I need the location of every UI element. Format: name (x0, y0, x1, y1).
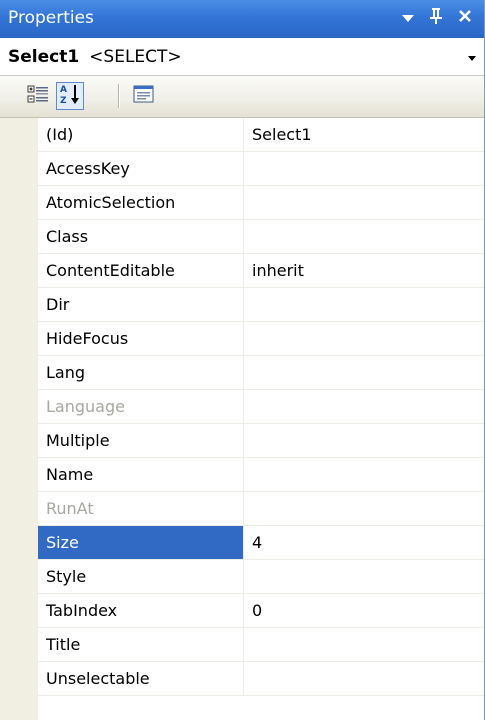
object-selector[interactable]: Select1 <SELECT> (0, 38, 484, 76)
property-row[interactable]: RunAt (38, 492, 484, 526)
property-value[interactable] (244, 288, 484, 321)
property-value[interactable] (244, 458, 484, 491)
property-value[interactable] (244, 662, 484, 695)
alphabetical-button[interactable]: A Z (56, 82, 84, 110)
property-name[interactable]: Title (38, 628, 244, 661)
properties-panel: Properties Select1 <SELECT> A Z (Id) Sel… (0, 0, 485, 720)
property-name[interactable]: RunAt (38, 492, 244, 525)
property-grid: (Id) Select1 AccessKey AtomicSelection Class… (0, 118, 484, 720)
auto-hide-button[interactable] (424, 6, 448, 30)
property-value[interactable] (244, 560, 484, 593)
property-name[interactable]: Unselectable (38, 662, 244, 695)
property-row[interactable]: Unselectable (38, 662, 484, 696)
property-row[interactable]: ContentEditable inherit (38, 254, 484, 288)
alphabetical-sort-icon: A Z (58, 83, 82, 109)
property-value[interactable] (244, 492, 484, 525)
property-name[interactable]: ContentEditable (38, 254, 244, 287)
property-row[interactable]: HideFocus (38, 322, 484, 356)
property-value[interactable] (244, 220, 484, 253)
dropdown-arrow-icon (401, 9, 415, 28)
property-name[interactable]: HideFocus (38, 322, 244, 355)
title-bar: Properties (0, 0, 484, 38)
property-name[interactable]: Size (38, 526, 244, 559)
property-row[interactable]: Lang (38, 356, 484, 390)
property-row[interactable]: TabIndex 0 (38, 594, 484, 628)
property-name[interactable]: (Id) (38, 118, 244, 151)
window-position-button[interactable] (396, 6, 420, 30)
property-value[interactable] (244, 424, 484, 457)
property-row[interactable]: Multiple (38, 424, 484, 458)
property-value[interactable]: 4 (244, 526, 484, 559)
property-value[interactable]: 0 (244, 594, 484, 627)
property-name[interactable]: Dir (38, 288, 244, 321)
property-name[interactable]: TabIndex (38, 594, 244, 627)
property-value[interactable]: inherit (244, 254, 484, 287)
object-type: <SELECT> (89, 47, 182, 67)
property-value[interactable] (244, 356, 484, 389)
object-selector-text: Select1 <SELECT> (8, 47, 182, 67)
grid-gutter (0, 118, 38, 720)
property-name[interactable]: Language (38, 390, 244, 423)
toolbar-separator (118, 84, 120, 108)
property-value[interactable]: Select1 (244, 118, 484, 151)
svg-text:Z: Z (60, 96, 67, 105)
categorized-icon (27, 84, 49, 108)
property-row[interactable]: Style (38, 560, 484, 594)
property-row[interactable]: AtomicSelection (38, 186, 484, 220)
property-name[interactable]: Lang (38, 356, 244, 389)
property-value[interactable] (244, 628, 484, 661)
categorized-button[interactable] (24, 82, 52, 110)
property-name[interactable]: Style (38, 560, 244, 593)
property-name[interactable]: Multiple (38, 424, 244, 457)
window-title: Properties (8, 8, 94, 28)
object-name: Select1 (8, 47, 80, 67)
close-button[interactable] (453, 6, 477, 30)
property-row[interactable]: Class (38, 220, 484, 254)
property-row[interactable]: (Id) Select1 (38, 118, 484, 152)
chevron-down-icon[interactable] (465, 50, 479, 64)
property-row[interactable]: AccessKey (38, 152, 484, 186)
property-name[interactable]: Class (38, 220, 244, 253)
property-value[interactable] (244, 390, 484, 423)
property-name[interactable]: AtomicSelection (38, 186, 244, 219)
pushpin-icon (429, 7, 443, 29)
property-row[interactable]: Size 4 (38, 526, 484, 560)
svg-text:A: A (60, 85, 67, 95)
property-row[interactable]: Title (38, 628, 484, 662)
property-value[interactable] (244, 186, 484, 219)
property-pages-button[interactable] (130, 82, 158, 110)
property-name[interactable]: Name (38, 458, 244, 491)
close-icon (457, 8, 473, 28)
properties-toolbar: A Z (0, 76, 484, 118)
property-pages-icon (133, 84, 155, 108)
property-name[interactable]: AccessKey (38, 152, 244, 185)
property-row[interactable]: Dir (38, 288, 484, 322)
property-value[interactable] (244, 322, 484, 355)
property-value[interactable] (244, 152, 484, 185)
property-rows: (Id) Select1 AccessKey AtomicSelection Class… (38, 118, 484, 696)
property-row[interactable]: Language (38, 390, 484, 424)
property-row[interactable]: Name (38, 458, 484, 492)
